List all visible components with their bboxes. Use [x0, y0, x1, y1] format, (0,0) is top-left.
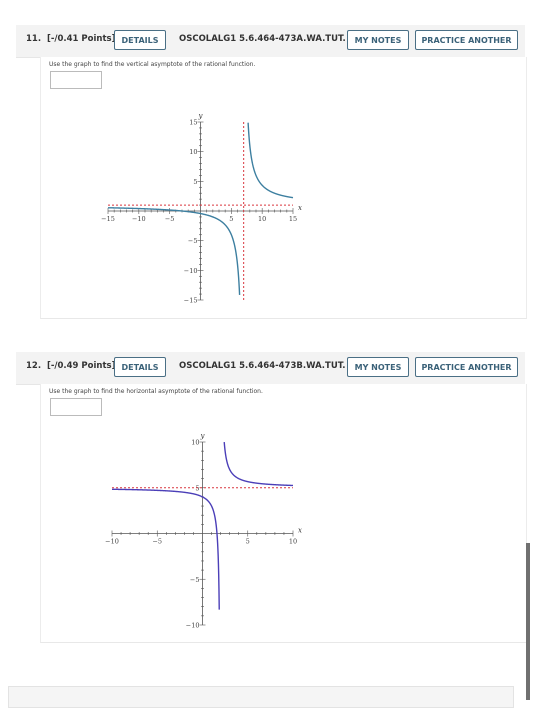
question-number: 11. [-/0.41 Points] — [26, 34, 116, 44]
answer-input[interactable] — [50, 71, 102, 89]
y-tick-label: −5 — [190, 576, 200, 584]
y-tick-label: −10 — [186, 622, 200, 630]
x-tick-label: −5 — [152, 538, 162, 546]
question-12-header: 12. [-/0.49 Points] DETAILS OSCOLALG1 5.… — [16, 352, 525, 385]
answer-input[interactable] — [50, 398, 102, 416]
question-code: OSCOLALG1 5.6.464-473A.WA.TUT. — [179, 34, 346, 44]
my-notes-button[interactable]: MY NOTES — [347, 30, 409, 50]
x-tick-label: 15 — [289, 215, 297, 223]
y-tick-label: 10 — [189, 148, 197, 156]
practice-another-button[interactable]: PRACTICE ANOTHER — [415, 30, 518, 50]
question-number: 12. [-/0.49 Points] — [26, 361, 116, 371]
curve-left-branch — [112, 488, 220, 610]
next-question-card — [8, 686, 514, 708]
curve-right-branch — [247, 122, 294, 199]
x-tick-label: 10 — [289, 538, 297, 546]
x-tick-label: 5 — [229, 215, 233, 223]
y-axis-label: y — [200, 432, 206, 440]
x-tick-label: −10 — [132, 215, 146, 223]
question-prompt: Use the graph to find the vertical asymp… — [49, 61, 256, 68]
curve-right-branch — [223, 441, 293, 487]
practice-another-button[interactable]: PRACTICE ANOTHER — [415, 357, 518, 377]
y-tick-label: 10 — [191, 439, 199, 447]
x-tick-label: 10 — [258, 215, 266, 223]
y-tick-label: −15 — [184, 297, 198, 305]
details-button[interactable]: DETAILS — [114, 357, 166, 377]
my-notes-button[interactable]: MY NOTES — [347, 357, 409, 377]
y-axis-label: y — [198, 112, 204, 120]
question-code: OSCOLALG1 5.6.464-473B.WA.TUT. — [179, 361, 346, 371]
scrollbar-thumb[interactable] — [526, 543, 530, 700]
x-axis-label: x — [298, 527, 302, 535]
x-tick-label: −5 — [165, 215, 175, 223]
y-tick-label: −5 — [188, 237, 198, 245]
y-tick-label: 5 — [193, 178, 197, 186]
x-tick-label: −10 — [105, 538, 119, 546]
graph-vertical-asymptote: −15 −10 −5 5 10 15 15 10 5 −5 −10 −15 x y — [101, 112, 302, 305]
y-tick-label: 15 — [189, 119, 197, 127]
graph-horizontal-asymptote: −10−5510105−5−10xy — [105, 432, 302, 630]
x-axis-label: x — [298, 204, 302, 212]
question-11-header: 11. [-/0.41 Points] DETAILS OSCOLALG1 5.… — [16, 25, 525, 58]
question-prompt: Use the graph to find the horizontal asy… — [49, 388, 263, 395]
x-tick-label: 5 — [246, 538, 250, 546]
y-tick-label: −10 — [184, 267, 198, 275]
details-button[interactable]: DETAILS — [114, 30, 166, 50]
x-tick-label: −15 — [101, 215, 115, 223]
